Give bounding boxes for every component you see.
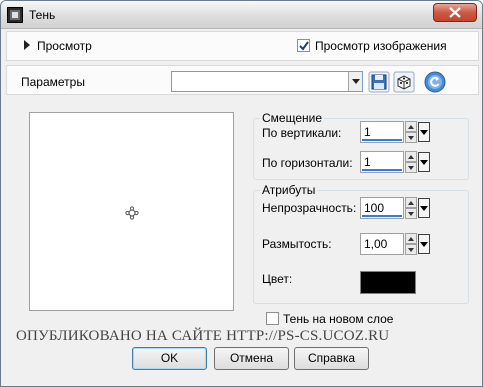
blur-label: Размытость:: [262, 237, 332, 251]
preview-canvas[interactable]: [29, 112, 234, 311]
arrow-up-icon: [408, 237, 414, 241]
vertical-label: По вертикали:: [262, 126, 342, 140]
watermark-text: ОПУБЛИКОВАНО НА САЙТЕ HTTP://PS-CS.UCOZ.…: [16, 328, 390, 344]
color-label: Цвет:: [262, 272, 293, 286]
arrow-up-icon: [408, 155, 414, 159]
chevron-down-icon: [420, 206, 428, 211]
preview-image-label[interactable]: Просмотр изображения: [315, 39, 447, 53]
chevron-down-icon: [420, 130, 428, 135]
shadow-new-layer-label[interactable]: Тень на новом слое: [283, 312, 393, 326]
opacity-spin-up[interactable]: [405, 197, 417, 208]
preset-dropdown-button[interactable]: [348, 72, 362, 91]
close-button[interactable]: [433, 3, 477, 22]
checkmark-icon: [299, 41, 309, 51]
chevron-down-icon: [352, 79, 360, 84]
input-focus-underline: [362, 169, 402, 171]
help-button[interactable]: Справка: [294, 347, 369, 370]
horizontal-label: По горизонтали:: [262, 156, 353, 170]
params-label: Параметры: [21, 75, 85, 89]
arrow-up-icon: [408, 201, 414, 205]
blur-spinner[interactable]: [405, 233, 417, 255]
opacity-spinner[interactable]: [405, 197, 417, 219]
opacity-spin-down[interactable]: [405, 208, 417, 219]
preview-label[interactable]: Просмотр: [37, 39, 92, 53]
shadow-dialog: Тень Просмотр Просмотр изображения Парам…: [0, 0, 483, 387]
window-title: Тень: [29, 8, 56, 22]
shadow-color-swatch[interactable]: [360, 271, 416, 294]
app-icon: [7, 7, 23, 23]
arrow-down-icon: [408, 166, 414, 170]
blur-input[interactable]: 1,00: [360, 233, 404, 255]
opacity-input[interactable]: 100: [360, 197, 404, 219]
blur-value: 1,00: [364, 237, 388, 251]
arrow-down-icon: [408, 136, 414, 140]
vertical-dropdown[interactable]: [418, 122, 430, 142]
opacity-dropdown[interactable]: [418, 198, 430, 218]
params-bar: Параметры: [6, 65, 479, 95]
arrow-up-icon: [408, 125, 414, 129]
cancel-button[interactable]: Отмена: [214, 347, 289, 370]
input-focus-underline: [362, 215, 402, 217]
blur-spin-down[interactable]: [405, 244, 417, 255]
chevron-down-icon: [420, 242, 428, 247]
blur-dropdown[interactable]: [418, 234, 430, 254]
expand-arrow-icon[interactable]: [23, 40, 31, 50]
preset-combo[interactable]: [171, 71, 363, 92]
offset-group: Смещение По вертикали: 1 По горизонтали:…: [253, 111, 469, 180]
preview-bar: Просмотр Просмотр изображения: [6, 31, 479, 61]
chevron-down-icon: [420, 160, 428, 165]
pan-hand-icon: [125, 206, 139, 220]
horizontal-spin-up[interactable]: [405, 151, 417, 162]
blur-spin-up[interactable]: [405, 233, 417, 244]
attributes-group-title: Атрибуты: [260, 183, 318, 197]
horizontal-input[interactable]: 1: [360, 151, 404, 173]
reset-icon[interactable]: [424, 71, 446, 93]
vertical-spin-up[interactable]: [405, 121, 417, 132]
vertical-input[interactable]: 1: [360, 121, 404, 143]
horizontal-spinner[interactable]: [405, 151, 417, 173]
vertical-spinner[interactable]: [405, 121, 417, 143]
horizontal-spin-down[interactable]: [405, 162, 417, 173]
opacity-label: Непрозрачность:: [262, 201, 357, 215]
shadow-new-layer-checkbox[interactable]: [266, 312, 279, 325]
vertical-spin-down[interactable]: [405, 132, 417, 143]
save-preset-icon[interactable]: [368, 71, 390, 93]
vertical-value: 1: [364, 125, 371, 139]
arrow-down-icon: [408, 212, 414, 216]
horizontal-value: 1: [364, 155, 371, 169]
offset-group-title: Смещение: [260, 111, 325, 125]
ok-button[interactable]: OK: [132, 347, 207, 370]
arrow-down-icon: [408, 248, 414, 252]
input-focus-underline: [362, 139, 402, 141]
opacity-value: 100: [364, 201, 385, 215]
random-dice-icon[interactable]: [393, 71, 415, 93]
attributes-group: Атрибуты Непрозрачность: 100 Размытость:…: [253, 183, 469, 304]
title-bar[interactable]: Тень: [1, 1, 482, 29]
close-icon: [449, 7, 461, 18]
preview-image-checkbox[interactable]: [297, 39, 310, 52]
horizontal-dropdown[interactable]: [418, 152, 430, 172]
